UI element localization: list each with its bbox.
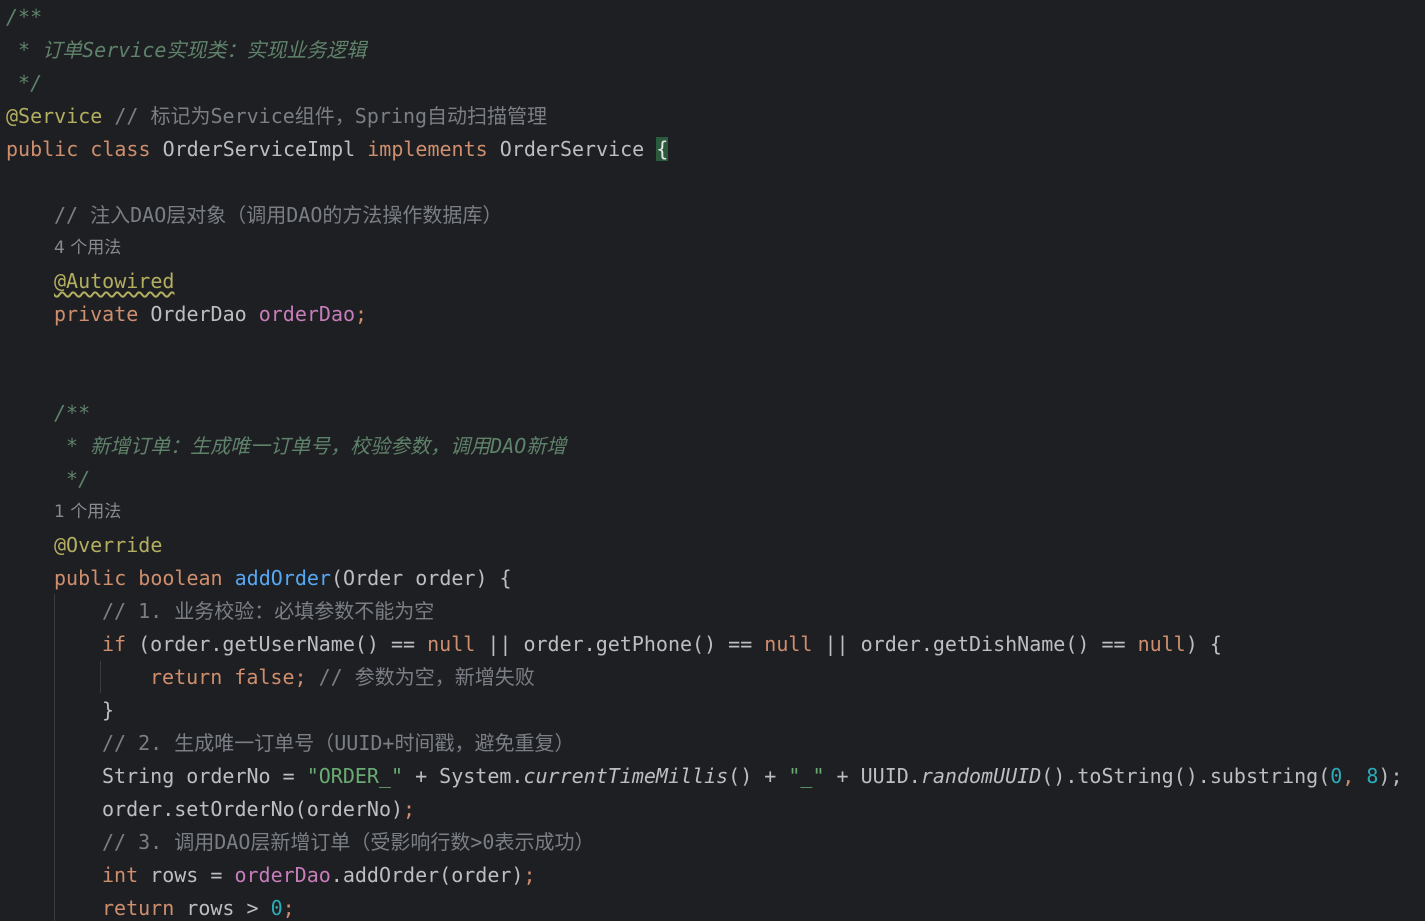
keyword-int: int (102, 863, 139, 887)
order-no-declaration: String orderNo = "ORDER_" + System.curre… (102, 760, 1403, 793)
service-annotation[interactable]: @Service (6, 104, 102, 128)
keyword-public: public (6, 137, 79, 161)
class-doc-line: * 订单Service实现类：实现业务逻辑 (6, 38, 367, 62)
semicolon: ; (294, 665, 307, 689)
code-segment: () + (728, 764, 789, 788)
matched-brace: { (656, 137, 669, 161)
usages-hint[interactable]: 1 个用法 (54, 496, 121, 529)
code-segment: rows > (174, 896, 271, 920)
if-statement: if (order.getUserName() == null || order… (102, 628, 1222, 661)
keyword-null: null (764, 632, 813, 656)
semicolon: ; (355, 302, 368, 326)
string-literal: "_" (788, 764, 825, 788)
method-doc-close: */ (54, 467, 91, 491)
code-segment: + System. (403, 764, 524, 788)
return-rows-line: return rows > 0; (102, 892, 295, 921)
method-params: (Order order) { (330, 566, 512, 590)
override-annotation[interactable]: @Override (54, 533, 162, 557)
class-name[interactable]: OrderServiceImpl (163, 137, 356, 161)
static-method-call[interactable]: currentTimeMillis (523, 764, 728, 788)
comment-step-3: // 3. 调用DAO层新增订单（受影响行数>0表示成功） (102, 830, 595, 854)
keyword-implements: implements (367, 137, 488, 161)
comment-step-1: // 1. 业务校验：必填参数不能为空 (102, 599, 435, 623)
code-segment: ().toString().substring( (1041, 764, 1331, 788)
indent-guide (54, 594, 55, 921)
rows-declaration: int rows = orderDao.addOrder(order); (102, 859, 535, 892)
keyword-null: null (1137, 632, 1186, 656)
keyword-boolean: boolean (138, 566, 223, 590)
code-segment: + UUID. (824, 764, 921, 788)
keyword-null: null (427, 632, 476, 656)
keyword-public: public (54, 566, 127, 590)
class-declaration: public class OrderServiceImpl implements… (6, 133, 669, 166)
indent-guide (100, 661, 101, 693)
number-literal: 0 (270, 896, 283, 920)
field-reference[interactable]: orderDao (234, 863, 330, 887)
static-method-call[interactable]: randomUUID (921, 764, 1041, 788)
comma: , (1342, 764, 1367, 788)
code-segment: || order.getPhone() == (475, 632, 765, 656)
code-segment: ); (1378, 764, 1403, 788)
usages-hint[interactable]: 4 个用法 (54, 232, 121, 265)
field-name[interactable]: orderDao (259, 302, 355, 326)
method-doc-line: * 新增订单：生成唯一订单号，校验参数，调用DAO新增 (54, 434, 567, 458)
method-name[interactable]: addOrder (235, 566, 331, 590)
code-segment: (order.getUserName() == (126, 632, 428, 656)
method-doc-open: /** (54, 401, 91, 425)
return-false-line: return false; // 参数为空，新增失败 (150, 661, 535, 694)
keyword-if: if (102, 632, 127, 656)
code-segment: rows = (138, 863, 235, 887)
class-doc-close: */ (6, 71, 43, 95)
keyword-return: return (102, 896, 175, 920)
service-annotation-line: @Service // 标记为Service组件，Spring自动扫描管理 (6, 100, 547, 133)
set-order-no-line: order.setOrderNo(orderNo); (102, 793, 415, 826)
code-segment: order.setOrderNo(orderNo) (102, 797, 404, 821)
number-literal: 8 (1366, 764, 1379, 788)
keyword-false: false (234, 665, 295, 689)
code-editor[interactable]: /** * 订单Service实现类：实现业务逻辑 */ @Service //… (0, 0, 1425, 921)
string-literal: "ORDER_" (306, 764, 404, 788)
number-literal: 0 (1330, 764, 1343, 788)
code-segment: || order.getDishName() == (812, 632, 1138, 656)
override-line: @Override (54, 529, 162, 562)
inline-comment: // 参数为空，新增失败 (318, 665, 535, 689)
semicolon: ; (523, 863, 536, 887)
code-segment: .addOrder(order) (330, 863, 524, 887)
keyword-private: private (54, 302, 139, 326)
autowired-line: @Autowired (54, 265, 174, 298)
class-doc-open: /** (6, 5, 43, 29)
field-type[interactable]: OrderDao (150, 302, 246, 326)
comment-step-2: // 2. 生成唯一订单号（UUID+时间戳，避免重复） (102, 731, 575, 755)
code-segment: ) { (1185, 632, 1222, 656)
keyword-return: return (150, 665, 223, 689)
field-declaration: private OrderDao orderDao; (54, 298, 367, 331)
autowired-annotation[interactable]: @Autowired (54, 269, 174, 293)
code-segment: String orderNo = (102, 764, 307, 788)
close-brace: } (102, 698, 115, 722)
method-declaration: public boolean addOrder(Order order) { (54, 562, 512, 595)
semicolon: ; (282, 896, 295, 920)
inject-comment: // 注入DAO层对象（调用DAO的方法操作数据库） (54, 203, 503, 227)
keyword-class: class (90, 137, 151, 161)
service-comment: // 标记为Service组件，Spring自动扫描管理 (114, 104, 548, 128)
interface-name[interactable]: OrderService (500, 137, 645, 161)
semicolon: ; (403, 797, 416, 821)
